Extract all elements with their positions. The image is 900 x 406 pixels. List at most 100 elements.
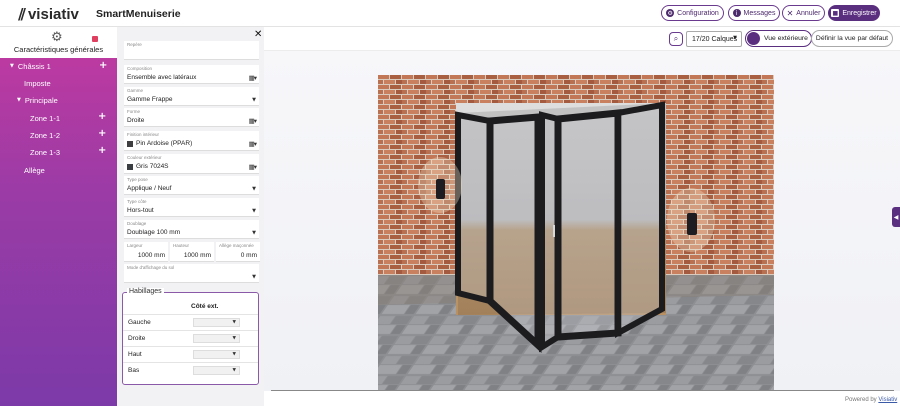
settings-icon: ⚙ — [666, 9, 675, 17]
viewer-divider — [271, 390, 894, 391]
habillage-select[interactable]: ▼ — [193, 350, 240, 359]
cancel-button[interactable]: ✕ Annuler — [782, 5, 825, 21]
configuration-tree-sidebar: ⚙ Caractéristiques générales — [0, 27, 117, 406]
tree-item-label: Châssis 1 — [17, 61, 51, 71]
habillage-select[interactable]: ▼ — [193, 366, 240, 375]
field-value: Gris 7024S — [136, 163, 169, 170]
gamme-field[interactable]: Gamme Gamme Frappe ▼ — [124, 87, 259, 106]
field-value: Pin Ardoise (PPAR) — [136, 140, 193, 147]
field-label: Finition intérieur — [127, 132, 160, 137]
close-icon[interactable]: ✕ — [254, 29, 262, 40]
cancel-label: Annuler — [796, 9, 821, 17]
field-value: Doublage 100 mm — [127, 229, 181, 236]
door-3d-render[interactable] — [378, 75, 774, 391]
composition-field[interactable]: Composition Ensemble avec latéraux ▦▾ — [124, 65, 259, 84]
chevron-left-icon[interactable]: ◀ — [892, 207, 900, 227]
repere-field[interactable]: Repère — [124, 41, 259, 60]
logo-text: visiativ — [27, 5, 79, 23]
field-value-wrap: Pin Ardoise (PPAR) — [127, 140, 192, 147]
chevron-down-icon: ▼ — [252, 230, 256, 236]
couleur-exterieur-field[interactable]: Couleur extérieur Gris 7024S ▦▾ — [124, 154, 259, 174]
cote-ext-column-header: Côté ext. — [191, 303, 219, 310]
chevron-down-icon: ▼ — [232, 336, 236, 341]
plus-icon[interactable]: + — [99, 60, 107, 71]
color-swatch — [127, 140, 133, 147]
hauteur-input[interactable]: Hauteur 1000 mm — [170, 242, 214, 262]
field-label: Largeur — [127, 243, 143, 248]
tree-item-imposte[interactable]: Imposte — [24, 76, 51, 90]
tree-item-allege[interactable]: Allège — [24, 163, 45, 177]
row-label: Haut — [128, 351, 142, 358]
habillage-select[interactable]: ▼ — [193, 334, 240, 343]
grid-picker-icon[interactable]: ▦▾ — [249, 117, 257, 125]
tree-item-label: Principale — [24, 95, 58, 105]
powered-by: Powered by Visiativ — [845, 397, 897, 403]
zoom-icon[interactable]: ⌕ — [669, 32, 683, 46]
mode-affichage-sol-field[interactable]: Mode d'affichage du sol ▼ — [124, 264, 259, 283]
powered-by-label: Powered by — [845, 397, 877, 403]
visiativ-logo: // visiativ — [18, 5, 79, 23]
logo-mark-icon: // — [18, 5, 26, 23]
grid-picker-icon[interactable]: ▦▾ — [249, 140, 257, 148]
set-default-view-button[interactable]: Définir la vue par défaut — [811, 30, 893, 47]
general-characteristics-label: Caractéristiques générales — [13, 45, 104, 54]
doublage-field[interactable]: Doublage Doublage 100 mm ▼ — [124, 220, 259, 239]
row-label: Bas — [128, 367, 140, 374]
visiativ-link[interactable]: Visiativ — [878, 397, 897, 403]
tree-item-highlight — [0, 32, 117, 46]
wall-lamp-right — [667, 188, 715, 252]
tree-item-label: Allège — [24, 165, 45, 175]
field-value: Hors-tout — [127, 207, 154, 214]
close-icon: ✕ — [786, 8, 794, 18]
info-icon: i — [732, 9, 741, 17]
layers-dropdown[interactable]: 17/20 Calques ▼ — [686, 31, 742, 47]
row-label: Droite — [128, 335, 146, 342]
row-label: Gauche — [128, 319, 151, 326]
chevron-down-icon: ▼ — [252, 274, 256, 280]
messages-button[interactable]: i Messages — [728, 5, 780, 21]
habillages-title: Habillages — [127, 288, 164, 295]
field-label: Gamme — [127, 88, 144, 93]
app-title: SmartMenuiserie — [96, 8, 181, 20]
trash-icon[interactable] — [92, 36, 98, 42]
type-pose-field[interactable]: Type pose Applique / Neuf ▼ — [124, 176, 259, 195]
exterior-view-label: Vue extérieure — [764, 35, 808, 42]
tree-item-chassis-1[interactable]: ▼ Châssis 1 — [10, 59, 51, 73]
largeur-input[interactable]: Largeur 1000 mm — [124, 242, 168, 262]
tree-item-zone-1-1[interactable]: Zone 1-1 — [30, 111, 60, 125]
configuration-button[interactable]: ⚙ Configuration — [661, 5, 724, 21]
allege-maconnee-input[interactable]: Allège maçonnée 0 mm — [216, 242, 260, 262]
save-label: Enregistrer — [842, 9, 877, 17]
plus-icon[interactable]: + — [98, 128, 106, 139]
chevron-down-icon: ▼ — [232, 368, 236, 373]
field-label: Allège maçonnée — [219, 243, 254, 248]
caret-down-icon: ▼ — [10, 63, 14, 69]
chevron-down-icon: ▼ — [232, 320, 236, 325]
plus-icon[interactable]: + — [98, 111, 106, 122]
chevron-down-icon: ▼ — [733, 35, 737, 41]
field-value: Gamme Frappe — [127, 96, 173, 103]
color-swatch — [127, 163, 133, 170]
habillage-row-bas: Bas ▼ — [123, 362, 258, 377]
tree-item-zone-1-3[interactable]: Zone 1-3 — [30, 145, 60, 159]
chevron-down-icon: ▼ — [252, 186, 256, 192]
exterior-view-toggle[interactable]: Vue extérieure — [745, 30, 812, 47]
tree-item-principale[interactable]: ▼ Principale — [17, 93, 58, 107]
grid-picker-icon[interactable]: ▦▾ — [249, 74, 257, 82]
field-label: Hauteur — [173, 243, 190, 248]
default-view-label: Définir la vue par défaut — [815, 35, 889, 42]
grid-picker-icon[interactable]: ▦▾ — [249, 163, 257, 171]
caret-down-icon: ▼ — [17, 97, 21, 103]
forme-field[interactable]: Forme Droite ▦▾ — [124, 108, 259, 127]
field-label: Type pose — [127, 177, 148, 182]
tree-item-label: Imposte — [24, 78, 51, 88]
save-button[interactable]: ■ Enregistrer — [828, 5, 880, 21]
tree-item-zone-1-2[interactable]: Zone 1-2 — [30, 128, 60, 142]
finition-interieur-field[interactable]: Finition intérieur Pin Ardoise (PPAR) ▦▾ — [124, 131, 259, 151]
type-cote-field[interactable]: Type côte Hors-tout ▼ — [124, 198, 259, 217]
field-label: Couleur extérieur — [127, 155, 162, 160]
plus-icon[interactable]: + — [98, 145, 106, 156]
field-value: 1000 mm — [137, 252, 165, 259]
wall-lamp-left — [418, 157, 462, 213]
habillage-select[interactable]: ▼ — [193, 318, 240, 327]
